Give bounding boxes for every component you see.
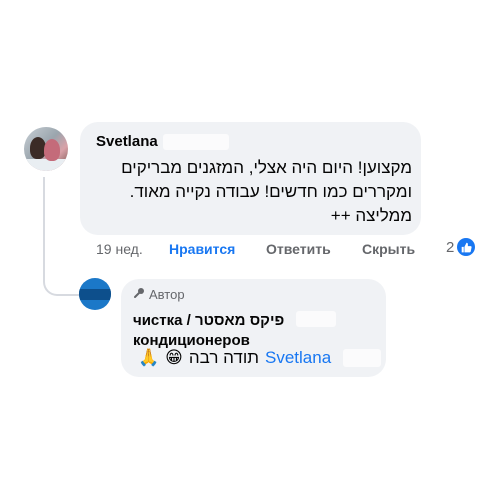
page-logo bbox=[79, 289, 111, 300]
grin-emoji-icon: 😁 bbox=[165, 348, 183, 367]
avatar[interactable] bbox=[24, 127, 68, 171]
reply-message: תודה רבה bbox=[188, 348, 259, 367]
author-badge: Автор bbox=[133, 287, 185, 302]
reaction-summary[interactable]: 2 bbox=[446, 238, 476, 256]
mention-link[interactable]: Svetlana bbox=[265, 348, 331, 368]
redacted-name bbox=[343, 349, 381, 367]
redacted-name bbox=[296, 311, 336, 327]
like-button[interactable]: Нравится bbox=[169, 241, 235, 257]
reply-text: 🙏 😁 תודה רבה Svetlana bbox=[138, 348, 331, 368]
redacted-name bbox=[163, 134, 229, 150]
hide-button[interactable]: Скрыть bbox=[362, 241, 415, 257]
page-avatar[interactable] bbox=[79, 278, 111, 310]
comment-timestamp[interactable]: 19 нед. bbox=[96, 241, 143, 257]
avatar-background bbox=[24, 159, 68, 171]
reply-author-name-russian: чистка / bbox=[133, 312, 195, 329]
pray-emoji-icon: 🙏 bbox=[138, 348, 160, 367]
avatar-person bbox=[44, 139, 60, 161]
reply-author-name-hebrew: פיקס מאסטר bbox=[194, 312, 285, 329]
thumbs-up-icon bbox=[457, 238, 476, 256]
microphone-icon bbox=[133, 287, 145, 302]
author-badge-label: Автор bbox=[149, 287, 185, 302]
comment-author-name[interactable]: Svetlana bbox=[96, 133, 158, 150]
comment-text: מקצוען! היום היה אצלי, המזגנים מבריקים ו… bbox=[121, 158, 412, 225]
thread-connector bbox=[43, 260, 79, 296]
reaction-count: 2 bbox=[446, 238, 455, 256]
reply-author-name-line2: кондиционеров bbox=[133, 332, 250, 349]
reply-author-name[interactable]: чистка / פיקס מאסטר кондиционеров bbox=[133, 311, 373, 351]
reply-button[interactable]: Ответить bbox=[266, 241, 331, 257]
